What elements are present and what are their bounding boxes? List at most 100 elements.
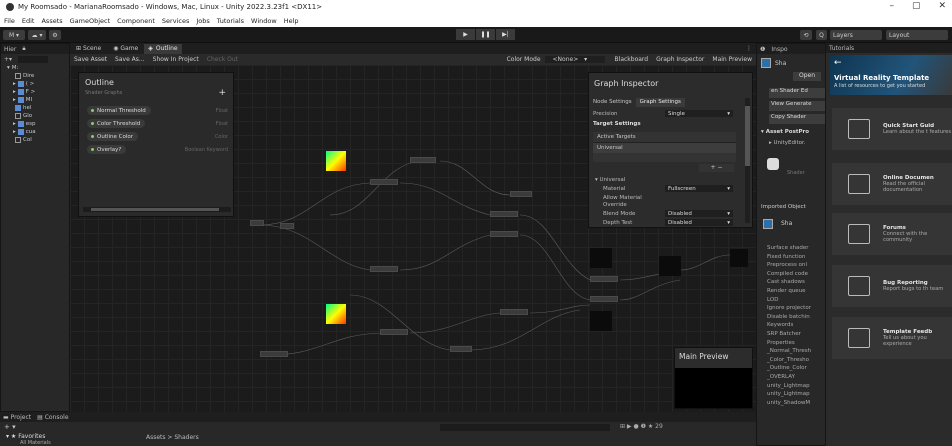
tab-project[interactable]: ▬ Project — [3, 414, 31, 421]
search-icon[interactable]: Q — [816, 30, 827, 40]
menu-jobs[interactable]: Jobs — [196, 17, 209, 25]
targets-add-remove[interactable]: + − — [699, 164, 734, 172]
tab-tutorials[interactable]: Tutorials — [829, 45, 854, 52]
asset-postprocessor-heading[interactable]: ▾ Asset PostPro — [761, 129, 809, 135]
list-item[interactable]: ▸ esp — [1, 120, 69, 128]
account-dropdown[interactable]: M ▾ — [3, 30, 25, 40]
menu-component[interactable]: Component — [117, 17, 155, 25]
menu-window[interactable]: Window — [251, 17, 277, 25]
graph-node[interactable] — [410, 157, 436, 163]
pause-button[interactable]: ❚❚ — [476, 29, 495, 40]
tab-inspector[interactable]: Inspo — [771, 46, 787, 53]
graph-node[interactable] — [370, 179, 398, 185]
save-asset-button[interactable]: Save Asset — [70, 56, 111, 63]
graph-node[interactable] — [500, 309, 528, 315]
history-icon[interactable]: ⟲ — [800, 30, 812, 40]
back-arrow-icon[interactable]: ← — [834, 58, 842, 68]
graph-canvas[interactable]: Outline Shader Graphs + Normal Threshold… — [70, 65, 756, 412]
target-universal[interactable]: Universal — [593, 143, 736, 153]
inspector-scrollbar[interactable] — [745, 98, 750, 223]
favorites-heading[interactable]: ▾ ★ Favorites — [6, 433, 45, 440]
graph-node[interactable] — [590, 276, 618, 282]
card-online-docs[interactable]: Online Documen Read the official document… — [832, 163, 952, 205]
list-item[interactable]: hel — [1, 104, 69, 112]
menu-assets[interactable]: Assets — [41, 17, 62, 25]
material-dropdown[interactable]: Fullscreen ▾ — [665, 185, 733, 192]
properties-foldout[interactable]: Properties — [767, 339, 827, 348]
tab-scene[interactable]: ⊞ Scene — [70, 45, 107, 52]
property-color-threshold[interactable]: Color Threshold — [87, 119, 146, 128]
list-item[interactable]: ▸( > — [1, 80, 69, 88]
graph-node[interactable] — [280, 223, 294, 229]
settings-icon[interactable]: ⚙ — [49, 30, 61, 40]
graph-inspector-toggle[interactable]: Graph Inspector — [652, 56, 708, 63]
breadcrumb[interactable]: Assets > Shaders — [146, 434, 199, 441]
card-quick-start[interactable]: Quick Start Guid Learn about the t featur… — [832, 108, 952, 150]
layers-dropdown[interactable]: Layers — [830, 30, 882, 40]
keywords-foldout[interactable]: Keywords — [767, 321, 827, 330]
main-preview-toggle[interactable]: Main Preview — [708, 56, 756, 63]
menu-services[interactable]: Services — [162, 17, 189, 25]
list-item[interactable]: Col — [1, 136, 69, 144]
blackboard-scrollbar[interactable] — [83, 207, 231, 212]
list-item[interactable]: ▸ F > — [1, 88, 69, 96]
all-materials-item[interactable]: All Materials — [20, 440, 51, 446]
graph-node[interactable] — [260, 351, 288, 357]
scrollbar-thumb[interactable] — [745, 106, 750, 166]
lock-icon[interactable]: 🔒︎ — [22, 45, 25, 53]
add-icon[interactable]: +▾ — [4, 56, 12, 63]
tab-graph-settings[interactable]: Graph Settings — [635, 98, 685, 107]
property-outline-color[interactable]: Outline Color — [87, 132, 139, 141]
tab-console[interactable]: ▤ Console — [37, 414, 68, 421]
tab-node-settings[interactable]: Node Settings — [589, 98, 636, 107]
menu-gameobject[interactable]: GameObject — [70, 17, 111, 25]
scrollbar-thumb[interactable] — [91, 208, 219, 211]
project-search-input[interactable] — [440, 424, 610, 431]
blend-mode-dropdown[interactable]: Disabled ▾ — [665, 210, 733, 217]
project-add-button[interactable]: + ▾ — [4, 423, 16, 431]
show-in-project-button[interactable]: Show In Project — [149, 56, 203, 63]
card-forums[interactable]: Forums Connect with the community — [832, 213, 952, 255]
blackboard-add-button[interactable]: + — [218, 88, 226, 98]
color-mode-dropdown[interactable]: <None> ▾ — [544, 56, 605, 63]
list-item[interactable]: Glo — [1, 112, 69, 120]
menu-file[interactable]: File — [4, 17, 15, 25]
card-bug-reporting[interactable]: Bug Reporting Report bugs to th team — [832, 265, 952, 307]
graph-node[interactable] — [490, 211, 518, 217]
layout-dropdown[interactable]: Layout — [886, 30, 948, 40]
scene-root[interactable]: ▾ M: — [1, 64, 69, 72]
property-normal-threshold[interactable]: Normal Threshold — [87, 106, 151, 115]
depth-test-dropdown[interactable]: Disabled ▾ — [665, 219, 733, 226]
menu-tutorials[interactable]: Tutorials — [217, 17, 244, 25]
tab-hierarchy[interactable]: Hier — [4, 46, 16, 53]
menu-help[interactable]: Help — [284, 17, 299, 25]
precision-dropdown[interactable]: Single ▾ — [665, 110, 733, 117]
list-item[interactable]: ▸ cua — [1, 128, 69, 136]
card-template-feedback[interactable]: Template Feedb Tell us about you experien… — [832, 317, 952, 359]
check-out-button[interactable]: Check Out — [203, 56, 242, 63]
copy-shader-button[interactable]: Copy Shader — [769, 114, 825, 124]
graph-node[interactable] — [380, 329, 408, 335]
cloud-icon[interactable]: ☁ ▾ — [28, 30, 46, 40]
graph-node[interactable] — [490, 231, 518, 237]
list-item[interactable]: ▸ MI — [1, 96, 69, 104]
menu-edit[interactable]: Edit — [22, 17, 35, 25]
universal-foldout[interactable]: ▾ Universal — [595, 177, 625, 183]
step-button[interactable]: ▶| — [496, 29, 515, 40]
open-shader-editor-button[interactable]: en Shader Ed — [769, 88, 825, 98]
minimize-button[interactable]: – — [889, 1, 894, 11]
main-preview-viewport[interactable] — [675, 368, 752, 408]
save-as-button[interactable]: Save As... — [111, 56, 149, 63]
tab-menu-icon[interactable]: ⋮ — [746, 45, 752, 52]
tab-game[interactable]: ◉ Game — [107, 45, 144, 52]
blackboard-toggle[interactable]: Blackboard — [611, 56, 653, 63]
maximize-button[interactable]: ▢ — [912, 1, 921, 11]
project-filter-icons[interactable]: ⊞ ▶ ● ❶ ★ 29 — [620, 423, 663, 430]
graph-node[interactable] — [590, 296, 618, 302]
hierarchy-search-input[interactable] — [18, 55, 49, 63]
close-button[interactable]: ✕ — [938, 1, 946, 11]
graph-node[interactable] — [370, 266, 398, 272]
graph-node[interactable] — [250, 220, 264, 226]
open-button[interactable]: Open — [793, 72, 821, 81]
view-generated-button[interactable]: View Generate — [769, 101, 825, 111]
